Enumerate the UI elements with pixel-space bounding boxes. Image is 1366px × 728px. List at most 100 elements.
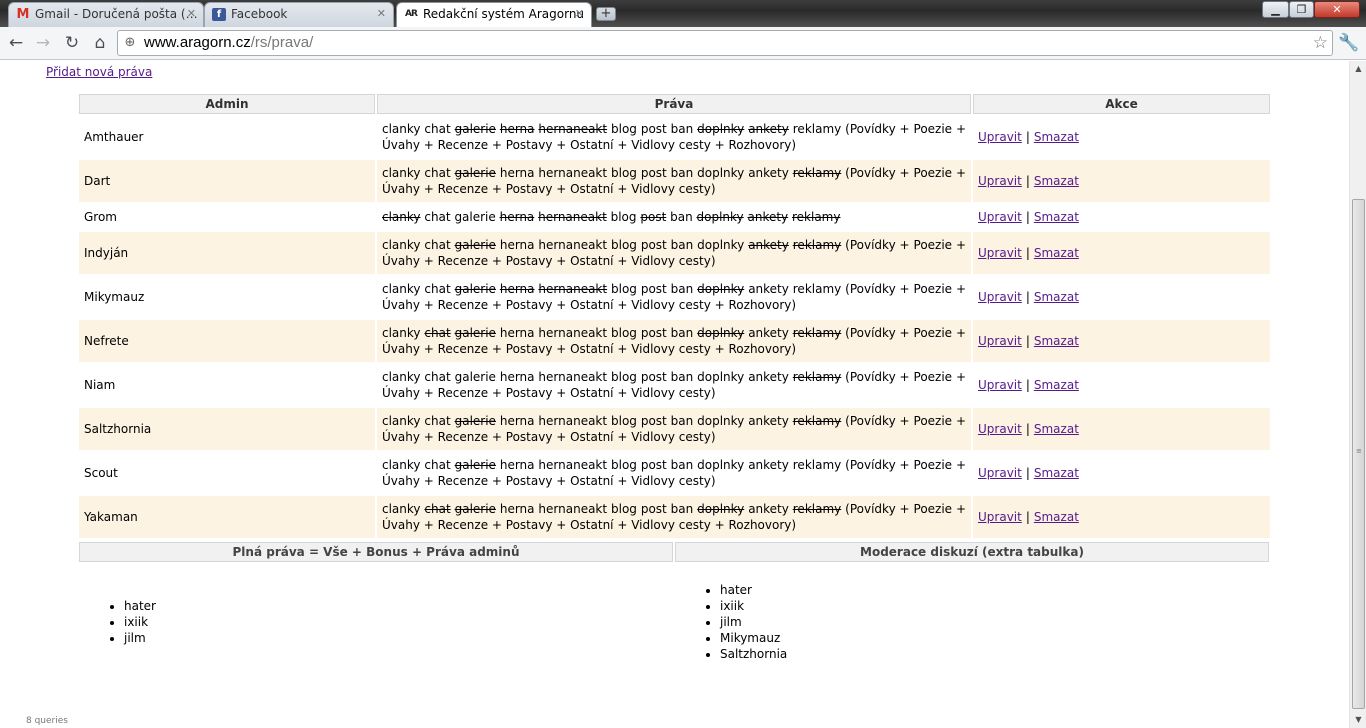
delete-link[interactable]: Smazat — [1034, 290, 1079, 304]
permission-post: post — [640, 238, 667, 252]
rights-table: Admin Práva Akce Amthauer clanky chat gal… — [77, 92, 1272, 540]
edit-link[interactable]: Upravit — [978, 210, 1022, 224]
permission-post: post — [640, 502, 667, 516]
edit-link[interactable]: Upravit — [978, 290, 1022, 304]
scroll-down-icon[interactable]: ▼ — [1350, 712, 1366, 728]
tab-aragorn[interactable]: AR Redakční systém Aragornu ✕ — [396, 2, 592, 28]
delete-link[interactable]: Smazat — [1034, 378, 1079, 392]
permission-chat: chat — [424, 458, 451, 472]
delete-link[interactable]: Smazat — [1034, 246, 1079, 260]
permission-clanky: clanky — [382, 326, 421, 340]
permission-doplnky: doplnky — [697, 458, 745, 472]
permission-doplnky: doplnky — [697, 502, 745, 516]
permission-post: post — [640, 210, 667, 224]
permission-doplnky: doplnky — [697, 238, 745, 252]
close-window-button[interactable]: ✕ — [1314, 1, 1360, 18]
col-admin: Admin — [79, 94, 375, 114]
permission-hernaneakt: hernaneakt — [538, 166, 608, 180]
col-actions: Akce — [973, 94, 1270, 114]
delete-link[interactable]: Smazat — [1034, 210, 1079, 224]
add-rights-link[interactable]: Přidat nová práva — [46, 65, 152, 79]
permission-galerie: galerie — [454, 210, 496, 224]
url-path: /rs/prava/ — [250, 34, 314, 51]
reload-icon[interactable]: ↻ — [60, 31, 84, 55]
delete-link[interactable]: Smazat — [1034, 130, 1079, 144]
tab-close-icon[interactable]: ✕ — [187, 3, 196, 25]
permission-ankety: ankety — [748, 502, 789, 516]
moderation-cell: haterixiikjilmMikymauzSaltzhornia — [675, 564, 1269, 684]
delete-link[interactable]: Smazat — [1034, 334, 1079, 348]
delete-link[interactable]: Smazat — [1034, 466, 1079, 480]
permission-reklamy: reklamy — [792, 370, 842, 384]
edit-link[interactable]: Upravit — [978, 422, 1022, 436]
table-row: Saltzhornia clanky chat galerie herna her… — [79, 408, 1270, 450]
permission-clanky: clanky — [382, 238, 421, 252]
edit-link[interactable]: Upravit — [978, 510, 1022, 524]
delete-link[interactable]: Smazat — [1034, 510, 1079, 524]
permission-hernaneakt: hernaneakt — [538, 502, 608, 516]
edit-link[interactable]: Upravit — [978, 466, 1022, 480]
delete-link[interactable]: Smazat — [1034, 174, 1079, 188]
col-rights: Práva — [377, 94, 971, 114]
maximize-button[interactable]: ❐ — [1289, 1, 1314, 18]
action-separator: | — [1025, 290, 1030, 304]
edit-link[interactable]: Upravit — [978, 334, 1022, 348]
actions-cell: Upravit | Smazat — [973, 160, 1270, 202]
edit-link[interactable]: Upravit — [978, 246, 1022, 260]
permission-reklamy: reklamy — [792, 326, 842, 340]
moderation-header: Moderace diskuzí (extra tabulka) — [675, 542, 1269, 562]
table-row: Mikymauz clanky chat galerie herna hernan… — [79, 276, 1270, 318]
wrench-icon[interactable]: 🔧 — [1337, 31, 1361, 55]
tab-facebook[interactable]: f Facebook ✕ — [204, 2, 394, 27]
tab-title: Facebook — [231, 7, 288, 21]
permission-chat: chat — [424, 370, 451, 384]
list-item: Mikymauz — [720, 630, 1269, 646]
permission-post: post — [640, 326, 667, 340]
rights-cell: clanky chat galerie herna hernaneakt blo… — [377, 232, 971, 274]
permission-chat: chat — [424, 282, 451, 296]
admin-name: Amthauer — [84, 130, 144, 144]
actions-cell: Upravit | Smazat — [973, 116, 1270, 158]
bookmark-star-icon[interactable]: ☆ — [1313, 31, 1328, 55]
minimize-button[interactable]: ▁ — [1262, 1, 1289, 18]
home-icon[interactable]: ⌂ — [88, 31, 112, 55]
url-text[interactable]: www.aragorn.cz/rs/prava/ — [144, 31, 313, 55]
action-separator: | — [1025, 174, 1030, 188]
rights-cell: clanky chat galerie herna hernaneakt blo… — [377, 452, 971, 494]
rights-cell: clanky chat galerie herna hernaneakt blo… — [377, 116, 971, 158]
rights-cell: clanky chat galerie herna hernaneakt blo… — [377, 364, 971, 406]
delete-link[interactable]: Smazat — [1034, 422, 1079, 436]
action-separator: | — [1025, 130, 1030, 144]
permission-chat: chat — [424, 166, 451, 180]
tab-title: Redakční systém Aragornu — [423, 7, 585, 21]
permission-ban: ban — [670, 122, 694, 136]
table-row: Grom clanky chat galerie herna hernaneakt… — [79, 204, 1270, 230]
back-icon[interactable]: ← — [4, 31, 28, 55]
forward-icon[interactable]: → — [31, 31, 55, 55]
page-scrollbar[interactable]: ▲ ≡ ▼ — [1349, 61, 1366, 728]
permission-ankety: ankety — [748, 238, 789, 252]
globe-icon: ⊕ — [124, 35, 136, 50]
new-tab-button[interactable]: + — [596, 7, 616, 21]
tab-close-icon[interactable]: ✕ — [377, 3, 386, 25]
admin-name: Indyján — [79, 232, 375, 274]
permission-galerie: galerie — [454, 326, 496, 340]
permission-hernaneakt: hernaneakt — [538, 282, 608, 296]
permission-hernaneakt: hernaneakt — [538, 122, 608, 136]
scrollbar-thumb[interactable]: ≡ — [1352, 199, 1365, 709]
scroll-up-icon[interactable]: ▲ — [1350, 61, 1366, 77]
actions-cell: Upravit | Smazat — [973, 496, 1270, 538]
tab-gmail[interactable]: M Gmail - Doručená pošta (… ✕ — [8, 2, 204, 27]
admin-name: Grom — [84, 210, 117, 224]
table-row: Nefrete clanky chat galerie herna hernane… — [79, 320, 1270, 362]
address-bar[interactable]: ⊕ www.aragorn.cz/rs/prava/ ☆ — [117, 30, 1333, 56]
tab-close-icon[interactable]: ✕ — [575, 3, 584, 25]
edit-link[interactable]: Upravit — [978, 378, 1022, 392]
permission-reklamy: reklamy — [792, 458, 842, 472]
edit-link[interactable]: Upravit — [978, 174, 1022, 188]
edit-link[interactable]: Upravit — [978, 130, 1022, 144]
permission-doplnky: doplnky — [696, 210, 744, 224]
permission-ankety: ankety — [748, 370, 789, 384]
admin-name: Nefrete — [79, 320, 375, 362]
permission-chat: chat — [424, 326, 451, 340]
